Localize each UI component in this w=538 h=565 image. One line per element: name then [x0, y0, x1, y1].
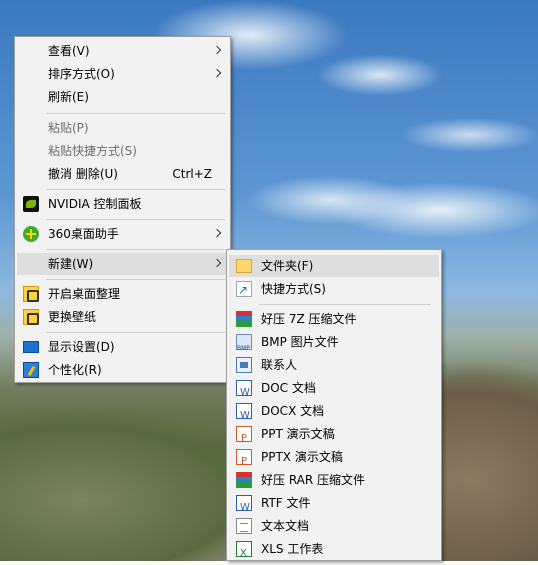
nvidia-icon — [23, 196, 39, 212]
chevron-right-icon — [212, 45, 222, 55]
submenu-item-xls[interactable]: XLS 工作表 — [229, 538, 439, 565]
doc-icon — [236, 380, 252, 404]
menu-separator — [46, 279, 225, 280]
submenu-item-bmp[interactable]: BMP 图片文件 — [229, 331, 439, 360]
submenu-item-docx[interactable]: DOCX 文档 — [229, 400, 439, 427]
menu-item-display-settings[interactable]: 显示设置(D) — [17, 336, 228, 358]
folder-icon — [236, 259, 252, 273]
pptx-icon — [236, 449, 252, 473]
submenu-item-7z-archive[interactable]: 好压 7Z 压缩文件 — [229, 308, 439, 330]
submenu-item-ppt[interactable]: PPT 演示文稿 — [229, 423, 439, 450]
7z-archive-icon — [236, 311, 252, 327]
menu-item-new[interactable]: 新建(W) — [17, 253, 228, 275]
menu-item-label: 360桌面助手 — [48, 227, 119, 241]
menu-item-sort-by[interactable]: 排序方式(O) — [17, 63, 228, 85]
menu-item-personalize[interactable]: 个性化(R) — [17, 359, 228, 381]
menu-item-label: 新建(W) — [48, 257, 94, 271]
submenu-item-label: PPT 演示文稿 — [261, 427, 335, 441]
menu-separator — [46, 113, 225, 114]
desktop-context-menu: 查看(V) 排序方式(O) 刷新(E) 粘贴(P) 粘贴快捷方式(S) 撤消 删… — [14, 36, 231, 383]
display-icon — [23, 341, 39, 353]
menu-item-label: 个性化(R) — [48, 363, 102, 377]
menu-item-label: 显示设置(D) — [48, 340, 115, 354]
menu-item-label: 粘贴快捷方式(S) — [48, 144, 137, 158]
contact-icon — [236, 357, 252, 373]
menu-item-refresh[interactable]: 刷新(E) — [17, 86, 228, 108]
submenu-item-label: DOC 文档 — [261, 381, 316, 395]
txt-icon — [236, 518, 252, 534]
ppt-icon — [236, 426, 252, 450]
submenu-item-rar-archive[interactable]: 好压 RAR 压缩文件 — [229, 469, 439, 491]
submenu-item-label: 文件夹(F) — [261, 259, 314, 273]
submenu-item-pptx[interactable]: PPTX 演示文稿 — [229, 446, 439, 473]
menu-item-paste[interactable]: 粘贴(P) — [17, 117, 228, 139]
wallpaper-icon — [23, 309, 39, 325]
menu-item-nvidia-control-panel[interactable]: NVIDIA 控制面板 — [17, 193, 228, 215]
submenu-item-folder[interactable]: 文件夹(F) — [229, 255, 439, 277]
menu-item-label: 更换壁纸 — [48, 310, 97, 324]
submenu-item-label: BMP 图片文件 — [261, 335, 339, 349]
submenu-item-rtf[interactable]: RTF 文件 — [229, 492, 439, 519]
menu-item-label: 开启桌面整理 — [48, 287, 121, 301]
chevron-right-icon — [212, 68, 222, 78]
360-icon — [23, 226, 39, 242]
menu-separator — [259, 304, 431, 305]
submenu-item-label: 文本文档 — [261, 519, 310, 533]
rar-archive-icon — [236, 472, 252, 488]
submenu-item-label: RTF 文件 — [261, 496, 311, 510]
menu-item-view[interactable]: 查看(V) — [17, 40, 228, 62]
rtf-icon — [236, 495, 252, 519]
submenu-item-label: XLS 工作表 — [261, 542, 324, 556]
haozip-organize-icon — [23, 286, 39, 302]
shortcut-icon — [236, 279, 252, 301]
docx-icon — [236, 403, 252, 427]
menu-item-organize-desktop[interactable]: 开启桌面整理 — [17, 283, 228, 305]
chevron-right-icon — [212, 228, 222, 238]
personalize-icon — [23, 362, 39, 378]
chevron-right-icon — [212, 258, 222, 268]
menu-item-label: 粘贴(P) — [48, 121, 89, 135]
submenu-item-label: 好压 RAR 压缩文件 — [261, 473, 366, 487]
menu-separator — [46, 219, 225, 220]
menu-item-paste-shortcut[interactable]: 粘贴快捷方式(S) — [17, 140, 228, 162]
submenu-item-label: 联系人 — [261, 358, 298, 372]
menu-separator — [46, 249, 225, 250]
submenu-item-text-document[interactable]: 文本文档 — [229, 515, 439, 537]
menu-item-change-wallpaper[interactable]: 更换壁纸 — [17, 306, 228, 328]
submenu-item-doc[interactable]: DOC 文档 — [229, 377, 439, 404]
menu-item-label: 撤消 删除(U) — [48, 167, 118, 181]
menu-separator — [46, 332, 225, 333]
menu-item-label: 排序方式(O) — [48, 67, 115, 81]
menu-item-label: 查看(V) — [48, 44, 90, 58]
new-submenu: 文件夹(F) 快捷方式(S) 好压 7Z 压缩文件 BMP 图片文件 联系人 D… — [226, 249, 442, 565]
menu-item-shortcut: Ctrl+Z — [172, 167, 212, 181]
menu-item-360-desktop-assistant[interactable]: 360桌面助手 — [17, 223, 228, 245]
menu-item-label: 刷新(E) — [48, 90, 89, 104]
submenu-item-label: PPTX 演示文稿 — [261, 450, 343, 464]
submenu-item-label: 快捷方式(S) — [261, 282, 326, 296]
menu-item-label: NVIDIA 控制面板 — [48, 197, 142, 211]
bmp-icon — [236, 334, 252, 360]
xls-icon — [236, 541, 252, 565]
submenu-item-shortcut[interactable]: 快捷方式(S) — [229, 278, 439, 301]
submenu-item-label: 好压 7Z 压缩文件 — [261, 312, 357, 326]
menu-item-undo-delete[interactable]: 撤消 删除(U) Ctrl+Z — [17, 163, 228, 185]
submenu-item-contact[interactable]: 联系人 — [229, 354, 439, 376]
submenu-item-label: DOCX 文档 — [261, 404, 325, 418]
menu-separator — [46, 189, 225, 190]
